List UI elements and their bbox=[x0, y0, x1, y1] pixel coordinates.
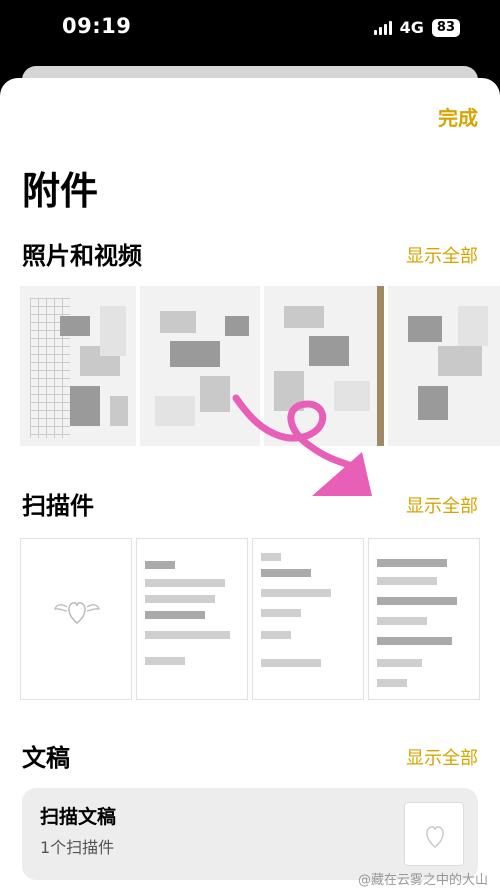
attachments-sheet: 完成 附件 照片和视频 显示全部 扫描件 显示全部 文稿 显示全部 bbox=[0, 78, 500, 896]
scan-thumbnail[interactable] bbox=[252, 538, 364, 700]
photo-thumbnail[interactable] bbox=[140, 286, 260, 446]
photos-strip[interactable] bbox=[0, 286, 500, 446]
section-title-photos: 照片和视频 bbox=[22, 242, 142, 270]
document-title: 扫描文稿 bbox=[40, 806, 117, 828]
done-button[interactable]: 完成 bbox=[438, 102, 478, 131]
watermark: @藏在云雾之中的大山 bbox=[357, 873, 488, 888]
battery-icon: 83 bbox=[431, 18, 460, 37]
document-subtitle: 1个扫描件 bbox=[40, 838, 115, 857]
scans-strip[interactable] bbox=[0, 538, 500, 700]
heart-wings-icon bbox=[54, 602, 100, 624]
photo-thumbnail[interactable] bbox=[388, 286, 500, 446]
section-title-scans: 扫描件 bbox=[22, 492, 94, 520]
show-all-documents-button[interactable]: 显示全部 bbox=[406, 744, 478, 770]
cellular-signal-icon bbox=[373, 20, 392, 35]
section-title-documents: 文稿 bbox=[22, 744, 70, 772]
show-all-scans-button[interactable]: 显示全部 bbox=[406, 492, 478, 518]
scan-thumbnail[interactable] bbox=[368, 538, 480, 700]
document-card[interactable]: 扫描文稿 1个扫描件 bbox=[22, 788, 478, 880]
photo-thumbnail[interactable] bbox=[264, 286, 384, 446]
network-type: 4G bbox=[399, 18, 424, 37]
heart-icon bbox=[426, 826, 444, 848]
photo-thumbnail[interactable] bbox=[20, 286, 136, 446]
status-time: 09:19 bbox=[62, 14, 132, 38]
status-bar: 09:19 4G 83 bbox=[0, 0, 500, 62]
show-all-photos-button[interactable]: 显示全部 bbox=[406, 242, 478, 268]
document-thumbnail bbox=[404, 802, 464, 866]
scan-thumbnail[interactable] bbox=[136, 538, 248, 700]
page-title: 附件 bbox=[22, 169, 99, 213]
status-indicators: 4G 83 bbox=[373, 18, 460, 37]
scan-thumbnail[interactable] bbox=[20, 538, 132, 700]
